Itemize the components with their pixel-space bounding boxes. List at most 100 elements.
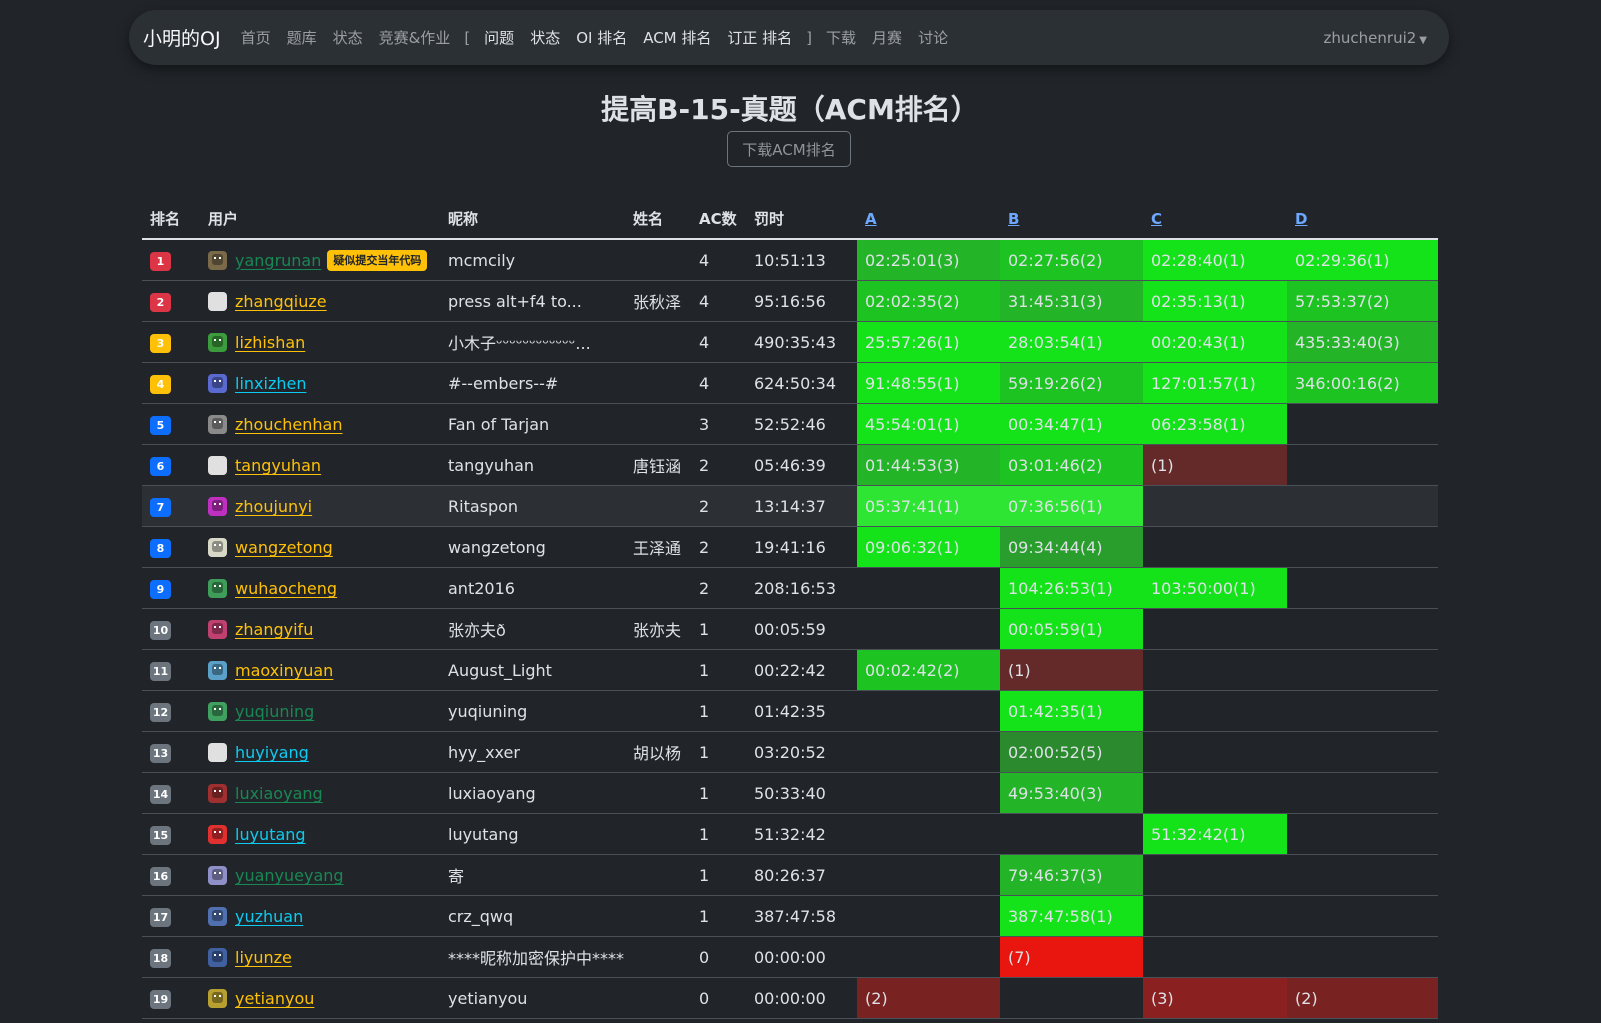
rank-cell: 6 xyxy=(142,444,200,486)
ac-count-cell: 4 xyxy=(691,321,746,363)
penalty-cell: 490:35:43 xyxy=(746,321,857,363)
username-link[interactable]: luxiaoyang xyxy=(235,784,323,803)
username-link[interactable]: yetianyou xyxy=(235,989,314,1008)
nickname-cell: #--embers--# xyxy=(440,362,625,404)
realname-cell xyxy=(625,567,691,609)
username-link[interactable]: linxizhen xyxy=(235,374,306,393)
header-nickname: 昵称 xyxy=(440,199,625,240)
user-cell: huyiyang xyxy=(200,731,440,773)
nav-item[interactable]: 讨论 xyxy=(910,27,956,48)
rank-badge: 9 xyxy=(150,579,171,599)
ac-count-cell: 1 xyxy=(691,813,746,855)
user-cell: wuhaocheng xyxy=(200,567,440,609)
table-row: 2 zhangqiuze press alt+f4 to... 张秋泽 4 95:16:5… xyxy=(142,280,1438,322)
penalty-cell: 50:33:40 xyxy=(746,772,857,814)
avatar xyxy=(208,497,227,516)
ac-count-cell: 0 xyxy=(691,936,746,978)
username-link[interactable]: yangrunan xyxy=(235,251,321,270)
problem-a-link[interactable]: A xyxy=(865,210,877,228)
realname-cell xyxy=(625,813,691,855)
username-link[interactable]: yuzhuan xyxy=(235,907,303,926)
nav-item[interactable]: 状态 xyxy=(325,27,371,48)
realname-cell xyxy=(625,239,691,281)
table-row: 8 wangzetong wangzetong 王泽通 2 19:41:16 09:06:3… xyxy=(142,526,1438,568)
problem-b-result: 03:01:46(2) xyxy=(1000,444,1143,486)
user-cell: tangyuhan xyxy=(200,444,440,486)
nav-menu: 首页 题库 状态 竞赛&作业[问题 状态 OI 排名 ACM 排名 订正 排名] 下载 月赛 讨论 xyxy=(233,27,957,48)
user-cell: yangrunan 疑似提交当年代码 xyxy=(200,239,440,281)
penalty-cell: 95:16:56 xyxy=(746,280,857,322)
username-link[interactable]: liyunze xyxy=(235,948,292,967)
rank-cell: 2 xyxy=(142,280,200,322)
penalty-cell: 10:51:13 xyxy=(746,239,857,281)
header-problem-d: D xyxy=(1287,199,1438,240)
username-link[interactable]: maoxinyuan xyxy=(235,661,333,680)
nickname-cell: 张亦夫ð xyxy=(440,608,625,650)
username-link[interactable]: wangzetong xyxy=(235,538,333,557)
nav-item[interactable]: OI 排名 xyxy=(568,27,635,48)
problem-a-result: 01:44:53(3) xyxy=(857,444,1000,486)
problem-c-link[interactable]: C xyxy=(1151,210,1162,228)
penalty-cell: 01:42:35 xyxy=(746,690,857,732)
username-link[interactable]: wuhaocheng xyxy=(235,579,337,598)
rank-cell: 18 xyxy=(142,936,200,978)
nav-item[interactable]: 订正 排名 xyxy=(719,27,800,48)
username-link[interactable]: zhangqiuze xyxy=(235,292,327,311)
avatar xyxy=(208,250,227,270)
problem-d-result xyxy=(1287,567,1438,609)
nav-item[interactable]: 题库 xyxy=(279,27,325,48)
username-link[interactable]: zhoujunyi xyxy=(235,497,312,516)
rank-cell: 4 xyxy=(142,362,200,404)
rank-cell: 14 xyxy=(142,772,200,814)
username-link[interactable]: lizhishan xyxy=(235,333,305,352)
problem-d-result xyxy=(1287,731,1438,773)
table-row: 14 luxiaoyang luxiaoyang 1 50:33:40 49:53:40(… xyxy=(142,772,1438,814)
nav-item[interactable]: 问题 xyxy=(476,27,522,48)
problem-d-result xyxy=(1287,895,1438,937)
nav-item[interactable]: 竞赛&作业 xyxy=(371,27,459,48)
username-link[interactable]: yuqiuning xyxy=(235,702,314,721)
table-row: 4 linxizhen #--embers--# 4 624:50:34 91:48:55… xyxy=(142,362,1438,404)
problem-c-result xyxy=(1143,485,1287,527)
rank-badge: 4 xyxy=(150,374,171,394)
problem-d-result: 02:29:36(1) xyxy=(1287,239,1438,281)
problem-d-link[interactable]: D xyxy=(1295,210,1307,228)
problem-a-result xyxy=(857,690,1000,732)
problem-b-result xyxy=(1000,977,1143,1019)
avatar xyxy=(208,292,227,311)
username-link[interactable]: zhouchenhan xyxy=(235,415,342,434)
download-acm-rank-button[interactable]: 下载ACM排名 xyxy=(727,131,851,167)
problem-b-result: (1) xyxy=(1000,649,1143,691)
realname-cell xyxy=(625,895,691,937)
nav-item[interactable]: 下载 xyxy=(818,27,864,48)
realname-cell: 张秋泽 xyxy=(625,280,691,322)
username-link[interactable]: yuanyueyang xyxy=(235,866,344,885)
nickname-cell: mcmcily xyxy=(440,239,625,281)
table-row: 5 zhouchenhan Fan of Tarjan 3 52:52:46 45:54:… xyxy=(142,403,1438,445)
user-dropdown[interactable]: zhuchenrui2 ▼ xyxy=(1324,29,1427,47)
problem-c-result xyxy=(1143,526,1287,568)
user-name: zhuchenrui2 xyxy=(1323,28,1417,47)
problem-b-result: 31:45:31(3) xyxy=(1000,280,1143,322)
username-link[interactable]: luyutang xyxy=(235,825,306,844)
nav-item[interactable]: 月赛 xyxy=(864,27,910,48)
ac-count-cell: 4 xyxy=(691,239,746,281)
problem-b-link[interactable]: B xyxy=(1008,210,1019,228)
nav-item[interactable]: 首页 xyxy=(233,27,279,48)
ac-count-cell: 0 xyxy=(691,977,746,1019)
ac-count-cell: 1 xyxy=(691,854,746,896)
problem-b-result: 104:26:53(1) xyxy=(1000,567,1143,609)
rank-badge: 2 xyxy=(150,292,171,312)
problem-c-result: 02:35:13(1) xyxy=(1143,280,1287,322)
problem-d-result xyxy=(1287,813,1438,855)
nav-item[interactable]: 状态 xyxy=(522,27,568,48)
problem-b-result: 09:34:44(4) xyxy=(1000,526,1143,568)
brand-logo[interactable]: 小明的OJ xyxy=(143,24,221,51)
problem-a-result xyxy=(857,895,1000,937)
problem-d-result: 57:53:37(2) xyxy=(1287,280,1438,322)
username-link[interactable]: zhangyifu xyxy=(235,620,313,639)
nav-item[interactable]: ACM 排名 xyxy=(635,27,719,48)
username-link[interactable]: tangyuhan xyxy=(235,456,321,475)
problem-b-result: 07:36:56(1) xyxy=(1000,485,1143,527)
username-link[interactable]: huyiyang xyxy=(235,743,309,762)
